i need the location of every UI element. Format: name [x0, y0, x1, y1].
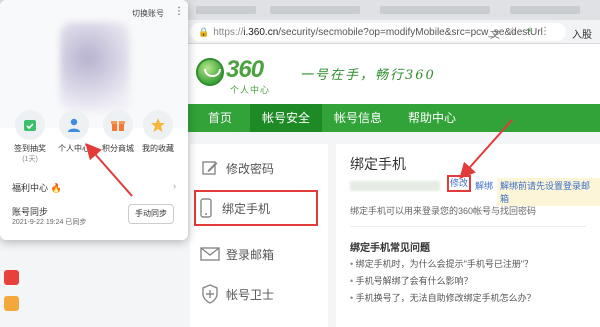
profile-button[interactable]: 入股 — [572, 26, 592, 41]
tab-placeholder[interactable] — [196, 6, 256, 14]
welfare-center-row[interactable]: 福利中心 🔥 › — [12, 181, 176, 194]
app-shortcut-icon[interactable] — [4, 270, 19, 285]
divider — [350, 226, 586, 227]
tab-placeholder[interactable] — [380, 6, 490, 14]
translate-icon[interactable]: 文 — [490, 26, 500, 41]
modify-phone-link[interactable]: 修改 — [447, 175, 471, 192]
sync-timestamp: 2021-9-22 19:24 已同步 — [12, 219, 87, 226]
360-logo-ball-icon — [196, 58, 224, 86]
manual-sync-button[interactable]: 手动同步 — [128, 204, 174, 224]
chevron-right-icon: › — [173, 181, 176, 191]
shield-plus-icon — [200, 284, 220, 304]
popup-header: 切换账号 ⋮ — [0, 0, 188, 128]
more-menu-icon[interactable]: ⋮ — [174, 6, 184, 17]
nav-home[interactable]: 首页 — [190, 104, 250, 132]
lock-icon: 🔒 — [198, 26, 210, 37]
shortcut-sign-in[interactable]: 签到抽奖 (1天) — [12, 110, 48, 164]
nav-account-security[interactable]: 帐号安全 — [250, 104, 322, 132]
user-center-icon — [59, 110, 89, 140]
tab-placeholder[interactable] — [510, 6, 580, 14]
star-icon — [143, 110, 173, 140]
faq-item[interactable]: 手机换号了，无法自助修改绑定手机怎么办？ — [350, 291, 536, 304]
sidebar-item-label: 帐号卫士 — [226, 287, 275, 302]
extensions-menu-icon[interactable]: ⋮ — [540, 26, 550, 41]
fire-icon: 🔥 — [50, 183, 62, 193]
faq-item[interactable]: 绑定手机时，为什么会提示"手机号已注册"？ — [350, 257, 533, 270]
shortcut-user-center[interactable]: 个人中心 — [56, 110, 92, 154]
unbind-tip[interactable]: 解绑前请先设置登录邮箱 — [497, 178, 600, 206]
envelope-icon — [200, 244, 220, 264]
sidebar-item-account-guard[interactable]: 帐号卫士 — [200, 276, 320, 312]
pencil-edit-icon — [200, 158, 220, 178]
gift-box-icon — [103, 110, 133, 140]
slogan: 一号在手，畅行360 — [300, 68, 436, 83]
shortcut-sublabel: (1天) — [22, 156, 38, 163]
bind-description: 绑定手机可以用来登录您的360帐号与找回密码 — [350, 206, 537, 216]
security-sidebar: 修改密码 绑定手机 登录邮箱 帐号卫士 — [190, 144, 328, 327]
sidebar-item-label: 绑定手机 — [222, 201, 271, 216]
toolbar-icons: 文 ☆ ⚡ ⋮ — [490, 26, 550, 41]
app-shortcut-icon[interactable] — [4, 296, 19, 311]
unbind-phone-link[interactable]: 解绑 — [475, 179, 493, 192]
logo-number: 360 — [226, 56, 264, 83]
sidebar-item-change-password[interactable]: 修改密码 — [200, 150, 320, 186]
avatar[interactable] — [60, 22, 130, 112]
switch-account-link[interactable]: 切换账号 — [132, 8, 164, 19]
nav-help-center[interactable]: 帮助中心 — [396, 104, 468, 132]
user-account-popup: 切换账号 ⋮ 签到抽奖 (1天) 个人中心 积分商城 我的收藏 福利中心 🔥 ›… — [0, 0, 188, 240]
faq-item[interactable]: 手机号解绑了会有什么影响？ — [350, 274, 473, 287]
sidebar-item-label: 修改密码 — [226, 161, 275, 176]
sidebar-item-login-email[interactable]: 登录邮箱 — [200, 236, 320, 272]
url-host: i.360.cn — [243, 26, 279, 38]
panel-title: 绑定手机 — [350, 156, 406, 172]
faq-title: 绑定手机常见问题 — [350, 243, 430, 254]
sidebar-item-label: 登录邮箱 — [226, 247, 275, 262]
masked-phone-number — [350, 181, 440, 191]
tab-placeholder[interactable] — [270, 6, 360, 14]
nav-account-info[interactable]: 帐号信息 — [322, 104, 394, 132]
welfare-label: 福利中心 — [12, 183, 49, 193]
url-scheme: https:// — [213, 26, 244, 38]
shortcut-label: 我的收藏 — [142, 144, 174, 153]
extension-icon[interactable]: ⚡ — [525, 26, 532, 41]
sidebar-item-bind-phone[interactable]: 绑定手机 — [194, 190, 318, 226]
360-logo[interactable]: 360 个人中心 — [196, 56, 286, 96]
bookmark-star-icon[interactable]: ☆ — [508, 26, 517, 41]
shortcut-favorites[interactable]: 我的收藏 — [140, 110, 176, 154]
sign-in-calendar-icon — [15, 110, 45, 140]
bind-phone-panel: 绑定手机 修改 解绑 解绑前请先设置登录邮箱 绑定手机可以用来登录您的360帐号… — [336, 144, 600, 327]
mobile-phone-icon — [196, 198, 216, 218]
logo-subtitle: 个人中心 — [230, 85, 271, 95]
shortcut-points-mall[interactable]: 积分商城 — [100, 110, 136, 154]
